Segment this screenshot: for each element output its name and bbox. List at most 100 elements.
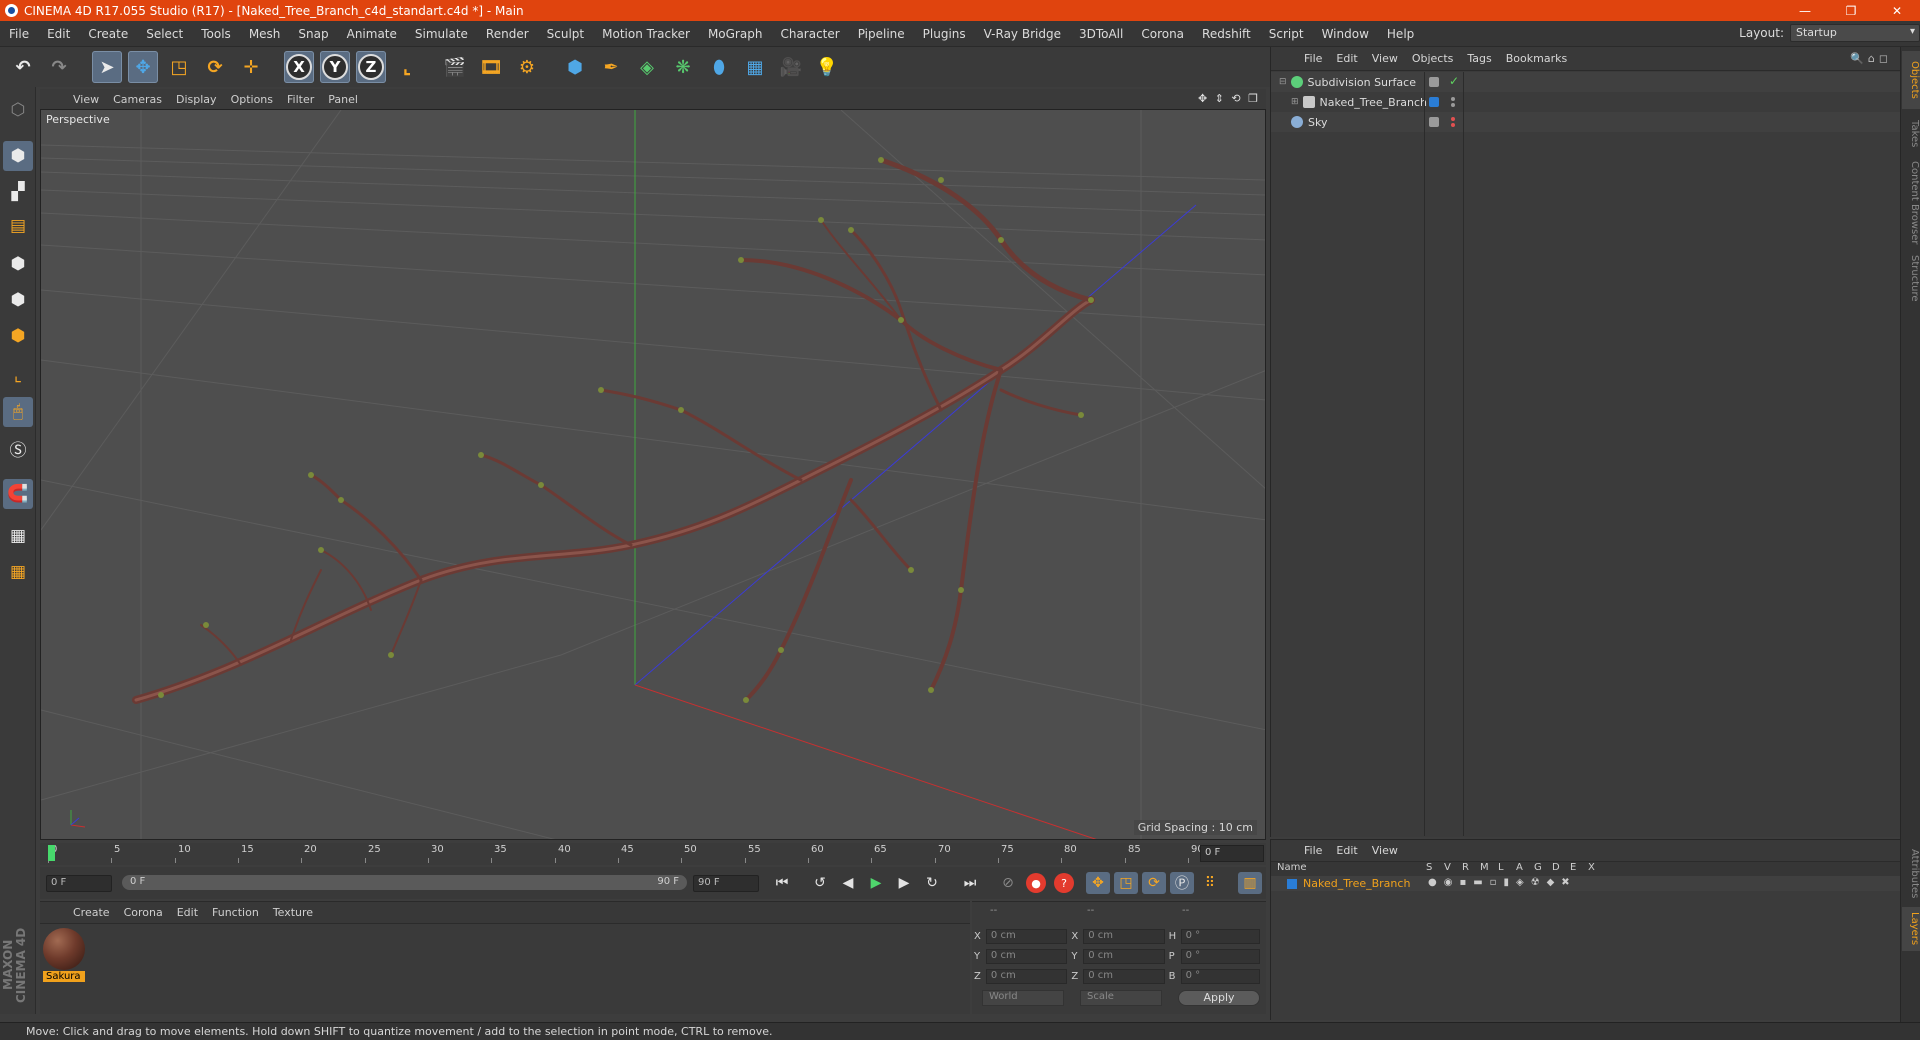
menu-sculpt[interactable]: Sculpt (538, 27, 593, 41)
size-z-field[interactable]: 0 cm (1083, 969, 1165, 984)
timeline[interactable]: 051015202530354045505560657075808590 0 F (40, 843, 1266, 865)
magnet-icon[interactable]: 🧲 (3, 479, 33, 509)
menu-redshift[interactable]: Redshift (1193, 27, 1260, 41)
viewport-menu-display[interactable]: Display (169, 93, 224, 106)
menu-tools[interactable]: Tools (192, 27, 240, 41)
record-active-icon[interactable]: ● (1026, 873, 1046, 893)
coordinate-type-dropdown[interactable]: Scale (1080, 990, 1162, 1006)
key-scale-icon[interactable]: ◳ (1114, 872, 1138, 894)
select-arrow-icon[interactable]: ➤ (92, 51, 122, 83)
texture-mode-icon[interactable]: ▞ (3, 177, 33, 207)
object-menu-view[interactable]: View (1365, 52, 1405, 65)
deformer-icon[interactable]: ⬮ (704, 51, 734, 83)
object-menu-edit[interactable]: Edit (1329, 52, 1364, 65)
rotation-p-field[interactable]: 0 ° (1180, 949, 1260, 964)
layer-color-swatch[interactable] (1287, 878, 1297, 889)
tab-objects[interactable]: Objects (1902, 51, 1920, 109)
object-row[interactable]: Sky (1271, 112, 1901, 132)
model-mode-icon[interactable]: ⬢ (3, 141, 33, 171)
workplane-mode-icon[interactable]: ▤ (3, 211, 33, 241)
move-plus-icon[interactable]: ✛ (236, 51, 266, 83)
key-point-level-icon[interactable]: ⠿ (1198, 872, 1222, 894)
planar-workplane-icon[interactable]: ▦ (3, 557, 33, 587)
object-row[interactable]: ⊞ Naked_Tree_Branch (1271, 92, 1901, 112)
frame-range-slider[interactable]: 0 F 90 F (122, 875, 687, 890)
object-manager-search-icon[interactable]: 🔍⌂◻ (1850, 52, 1892, 65)
position-x-field[interactable]: 0 cm (985, 929, 1068, 944)
object-menu-file[interactable]: File (1297, 52, 1329, 65)
timeline-playhead[interactable] (48, 845, 55, 861)
go-to-start-icon[interactable]: ⏮ (770, 872, 794, 894)
layer-menu-file[interactable]: File (1297, 844, 1329, 857)
previous-key-icon[interactable]: ↺ (808, 872, 832, 894)
light-icon[interactable]: 💡 (812, 51, 842, 83)
axis-mode-icon[interactable]: ⌞ (3, 361, 33, 391)
restore-button[interactable]: ❐ (1828, 0, 1874, 21)
menu-simulate[interactable]: Simulate (406, 27, 477, 41)
rotation-b-field[interactable]: 0 ° (1180, 969, 1260, 984)
expand-toggle-icon[interactable]: ⊟ (1279, 77, 1287, 87)
z-axis-icon[interactable]: Z (356, 51, 386, 83)
object-menu-objects[interactable]: Objects (1405, 52, 1461, 65)
tab-attributes[interactable]: Attributes (1902, 845, 1920, 903)
layer-menu-view[interactable]: View (1365, 844, 1405, 857)
make-editable-icon[interactable]: ⬡ (3, 95, 33, 125)
key-rotation-icon[interactable]: ⟳ (1142, 872, 1166, 894)
key-parameter-icon[interactable]: Ⓟ (1170, 872, 1194, 894)
material-swatch[interactable]: Sakura (43, 928, 85, 986)
enabled-check-icon[interactable]: ✓ (1449, 74, 1459, 88)
lock-workplane-icon[interactable]: ▦ (3, 521, 33, 551)
apply-button[interactable]: Apply (1178, 990, 1260, 1006)
visibility-toggle-icon[interactable] (1429, 77, 1439, 87)
close-button[interactable]: ✕ (1874, 0, 1920, 21)
render-view-icon[interactable]: 🎬 (440, 51, 470, 83)
object-menu-tags[interactable]: Tags (1460, 52, 1498, 65)
next-frame-icon[interactable]: ▶ (892, 872, 916, 894)
size-x-field[interactable]: 0 cm (1083, 929, 1165, 944)
menu-help[interactable]: Help (1378, 27, 1423, 41)
position-z-field[interactable]: 0 cm (985, 969, 1068, 984)
menu-snap[interactable]: Snap (289, 27, 337, 41)
play-icon[interactable]: ▶ (864, 872, 888, 894)
key-position-icon[interactable]: ✥ (1086, 872, 1110, 894)
render-picture-viewer-icon[interactable]: 🎞 (476, 51, 506, 83)
previous-frame-icon[interactable]: ◀ (836, 872, 860, 894)
expand-toggle-icon[interactable]: ⊞ (1291, 97, 1299, 107)
record-keys-disabled-icon[interactable]: ⊘ (996, 872, 1020, 894)
viewport-menu-cameras[interactable]: Cameras (106, 93, 169, 106)
menu-mograph[interactable]: MoGraph (699, 27, 772, 41)
viewport-menu-options[interactable]: Options (224, 93, 280, 106)
layout-dropdown[interactable]: Startup (1790, 24, 1920, 42)
menu-edit[interactable]: Edit (38, 27, 79, 41)
menu-script[interactable]: Script (1260, 27, 1313, 41)
rotation-h-field[interactable]: 0 ° (1180, 929, 1260, 944)
array-icon[interactable]: ❋ (668, 51, 698, 83)
start-frame-field[interactable]: 0 F (46, 875, 112, 892)
size-y-field[interactable]: 0 cm (1083, 949, 1165, 964)
coordinate-mode-dropdown[interactable]: World (982, 990, 1064, 1006)
scale-icon[interactable]: ◳ (164, 51, 194, 83)
menu-file[interactable]: File (0, 27, 38, 41)
menu-select[interactable]: Select (137, 27, 192, 41)
subdivision-nurbs-icon[interactable]: ◈ (632, 51, 662, 83)
coordinate-system-icon[interactable]: ⌞ (392, 51, 422, 83)
next-key-icon[interactable]: ↻ (920, 872, 944, 894)
floor-icon[interactable]: ▦ (740, 51, 770, 83)
tab-takes[interactable]: Takes (1902, 117, 1920, 151)
menu-mesh[interactable]: Mesh (240, 27, 290, 41)
tab-content-browser[interactable]: Content Browser (1902, 159, 1920, 247)
undo-icon[interactable]: ↶ (8, 51, 38, 83)
tab-layers[interactable]: Layers (1902, 907, 1920, 951)
autokey-icon[interactable]: ? (1054, 873, 1074, 893)
snap-icon[interactable]: Ⓢ (3, 433, 33, 463)
pen-spline-icon[interactable]: ✒ (596, 51, 626, 83)
viewport-menu-view[interactable]: View (66, 93, 106, 106)
material-menu-edit[interactable]: Edit (170, 906, 205, 919)
object-menu-bookmarks[interactable]: Bookmarks (1499, 52, 1574, 65)
visibility-toggle-icon[interactable] (1429, 117, 1439, 127)
timeline-ruler[interactable]: 051015202530354045505560657075808590 (48, 843, 1204, 865)
menu-pipeline[interactable]: Pipeline (849, 27, 914, 41)
menu-plugins[interactable]: Plugins (914, 27, 975, 41)
end-frame-field[interactable]: 90 F (693, 875, 759, 892)
layer-toggle-icons[interactable]: ●◉▪▬▫▮◈☢◆✖ (1428, 877, 1577, 888)
